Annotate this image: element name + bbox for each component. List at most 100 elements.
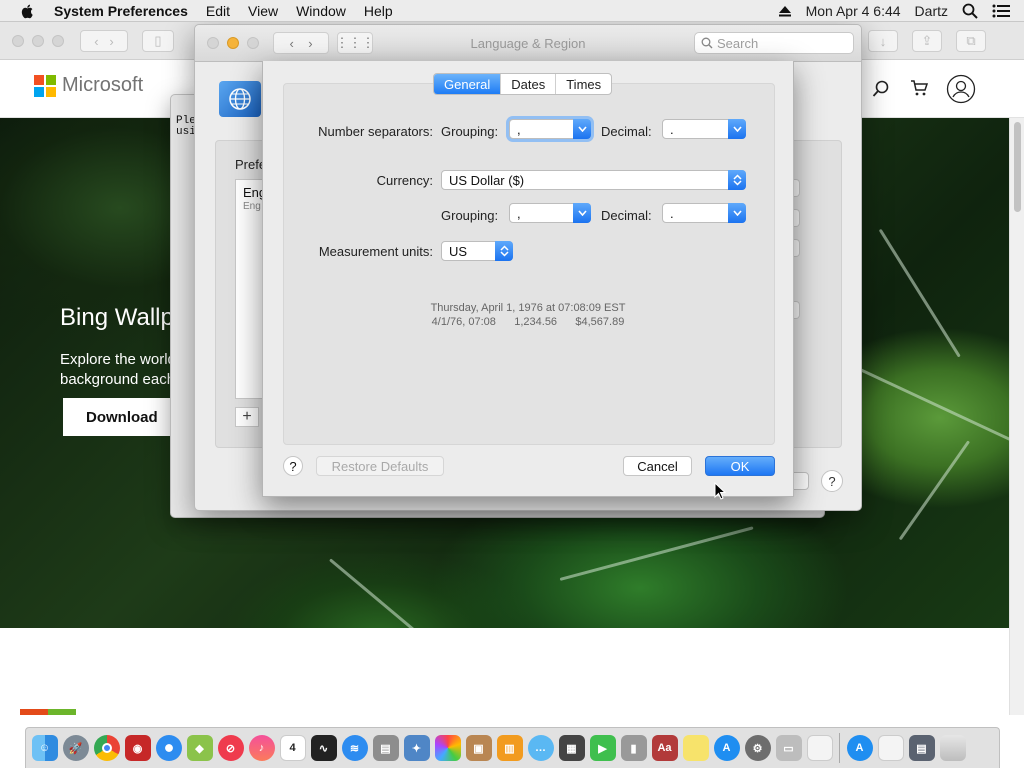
stocks-icon[interactable]: ∿ [310,735,337,761]
preview-icon[interactable]: ✦ [403,735,430,761]
safari-icon[interactable] [155,735,182,761]
books-icon[interactable]: ▥ [496,735,523,761]
notes-app-icon[interactable]: ▤ [372,735,399,761]
tab-general[interactable]: General [434,74,501,94]
decimal-label: Decimal: [601,124,652,139]
menu-app-name[interactable]: System Preferences [54,3,188,19]
tab-times[interactable]: Times [555,74,611,94]
popup-value: . [670,121,674,137]
hero-title: Bing Wallp [60,304,174,331]
currency-popup[interactable]: US Dollar ($) [441,170,746,190]
help-button[interactable]: ? [283,456,303,476]
search-field[interactable]: Search [694,32,854,54]
account-icon[interactable] [946,74,976,104]
menu-bar: System Preferences Edit View Window Help… [0,0,1024,22]
textedit-icon[interactable] [806,735,833,761]
terminal-line: usi [176,126,196,138]
cart-icon[interactable] [910,79,928,97]
messages-icon[interactable]: … [527,735,554,761]
menu-window[interactable]: Window [296,3,346,19]
finder-icon[interactable]: ☺ [31,735,58,761]
currency-decimal-popup[interactable]: . [662,203,746,223]
system-preferences-icon[interactable]: ⚙ [744,735,771,761]
restore-defaults-button[interactable]: Restore Defaults [316,456,444,476]
menu-edit[interactable]: Edit [206,3,230,19]
number-decimal-popup[interactable]: . [662,119,746,139]
notification-center-icon[interactable] [992,4,1010,18]
photo-icon[interactable]: ▦ [558,735,585,761]
back-forward-buttons[interactable]: ‹ › [80,30,128,52]
screenshot-icon[interactable]: ▤ [908,735,935,761]
window-titlebar: ‹ › ⋮⋮⋮ Language & Region Search [195,25,861,62]
microsoft-logo-icon [34,74,56,97]
photos-icon[interactable] [434,735,461,761]
hero-description-line: Explore the world [60,351,170,368]
currency-label: Currency: [376,173,433,188]
popup-value: US Dollar ($) [449,172,525,188]
calendar-icon[interactable]: 4 [279,735,306,761]
downloads-icon[interactable]: ↓ [868,30,898,52]
chevron-down-icon [573,119,591,139]
ok-button[interactable]: OK [705,456,775,476]
printer-icon[interactable]: ▭ [775,735,802,761]
menu-user[interactable]: Dartz [915,3,948,19]
sample-date-text: Thursday, April 1, 1976 at 07:08:09 EST [430,302,626,314]
tab-dates[interactable]: Dates [500,74,555,94]
share-icon[interactable]: ⇪ [912,30,942,52]
download-button[interactable]: Download [63,398,183,436]
search-icon[interactable] [872,80,890,98]
minimize-window-button[interactable] [32,35,44,47]
terminal-text: Ple usi [176,116,196,138]
stickies-icon[interactable] [682,735,709,761]
chevron-down-icon [728,119,746,139]
news-icon[interactable]: ⊘ [217,735,244,761]
music-icon[interactable]: ♪ [248,735,275,761]
facetime-icon[interactable]: ▶ [589,735,616,761]
contacts-icon[interactable]: ▣ [465,735,492,761]
cancel-button[interactable]: Cancel [623,456,692,476]
menu-help[interactable]: Help [364,3,393,19]
advanced-sheet: General Dates Times Number separators: G… [262,61,794,497]
apple-menu-icon[interactable] [20,3,36,19]
measurement-units-label: Measurement units: [318,244,433,259]
grouping-label: Grouping: [441,124,499,139]
help-button[interactable]: ? [821,470,843,492]
sidebar-toggle-icon[interactable]: ▯ [142,30,174,52]
maps-icon[interactable]: ◆ [186,735,213,761]
microsoft-brand: Microsoft [62,74,144,96]
app-store-icon[interactable]: A [713,735,740,761]
chrome-icon[interactable] [93,735,120,761]
file-icon[interactable] [877,735,904,761]
add-language-button[interactable]: + [235,407,259,427]
menu-view[interactable]: View [248,3,278,19]
scrollbar-thumb[interactable] [1014,122,1021,212]
menu-clock[interactable]: Mon Apr 4 6:44 [806,3,901,19]
script-icon[interactable]: ▮ [620,735,647,761]
tab-bar: General Dates Times [433,73,613,95]
eject-icon[interactable] [778,5,792,17]
number-grouping-popup[interactable]: , [509,119,591,139]
spotlight-search-icon[interactable] [962,3,978,19]
page-scrollbar[interactable] [1009,118,1024,715]
close-window-button[interactable] [12,35,24,47]
measurement-units-popup[interactable]: US [441,241,513,261]
list-item-subtitle: Eng [243,201,261,212]
photo-booth-icon[interactable]: ◉ [124,735,151,761]
tabs-overview-icon[interactable]: ⧉ [956,30,986,52]
up-down-arrows-icon [728,170,746,190]
zoom-window-button[interactable] [52,35,64,47]
microsoft-logo[interactable]: Microsoft [34,74,143,97]
dictionary-icon[interactable]: Aa [651,735,678,761]
wifi-icon[interactable]: ≋ [341,735,368,761]
app-store-icon[interactable]: A [846,735,873,761]
currency-grouping-popup[interactable]: , [509,203,591,223]
footer-color-tiles [20,709,76,715]
currency-grouping-label: Grouping: [441,208,499,223]
hero-description-line: background each [60,371,170,388]
launchpad-icon[interactable]: 🚀 [62,735,89,761]
popup-value: , [517,205,521,221]
up-down-arrows-icon [495,241,513,261]
popup-value: US [449,243,468,259]
search-placeholder: Search [717,35,759,51]
trash-icon[interactable] [939,735,966,761]
